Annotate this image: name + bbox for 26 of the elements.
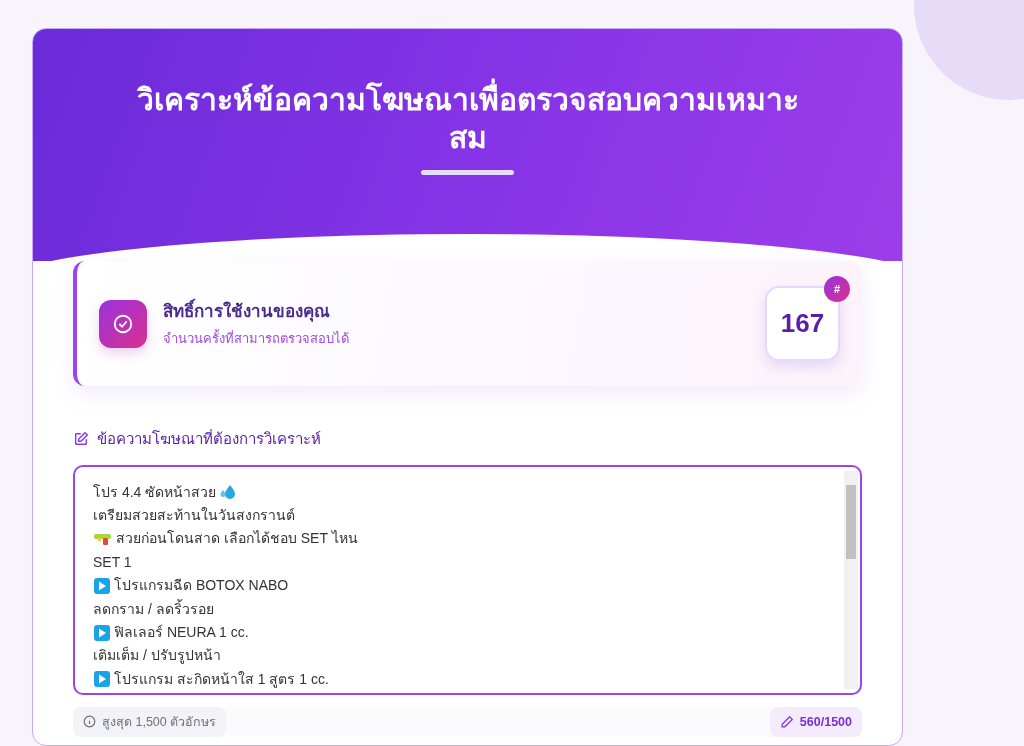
text-line: สวยก่อนโดนสาด เลือกได้ชอบ SET ไหน [116,529,358,549]
quota-title: สิทธิ์การใช้งานของคุณ [163,299,765,325]
text-line: SET 1 [93,552,132,572]
text-line: ลดกราม / ลดริ้วรอย [93,598,214,619]
quota-subtitle: จำนวนครั้งที่สามารถตรวจสอบได้ [163,328,350,348]
character-counter: 560/1500 [769,706,862,738]
play-icon [93,670,111,689]
text-line: เตรียมสวยสะท้านในวันสงกรานต์ [93,505,295,525]
edit-icon [73,431,89,448]
text-line: เติมเต็ม / ปรับรูปหน้า [93,645,221,666]
play-icon [93,576,111,595]
text-line: โปรแกรม สะกิดหน้าใส 1 สูตร 1 cc. [114,669,329,690]
text-line: โปรแกรมฉีด BOTOX NABO [114,576,289,596]
ad-text-field[interactable] [73,464,862,695]
hash-badge: # [824,276,850,302]
scrollbar-thumb[interactable] [846,484,856,559]
text-line: ฟิลเลอร์ NEURA 1 cc. [114,622,249,642]
text-line: โปร 4.4 ซัดหน้าสวย [93,482,217,502]
water-gun-icon [93,532,113,546]
info-icon [83,715,96,729]
pencil-icon [779,714,794,729]
limit-info: สูงสุด 1,500 ตัวอักษร [73,706,227,738]
play-icon [93,623,111,642]
scrollbar[interactable] [844,470,858,689]
field-label: ข้อความโฆษณาที่ต้องการวิเคราะห์ [97,428,321,449]
water-drops-icon [219,484,238,501]
